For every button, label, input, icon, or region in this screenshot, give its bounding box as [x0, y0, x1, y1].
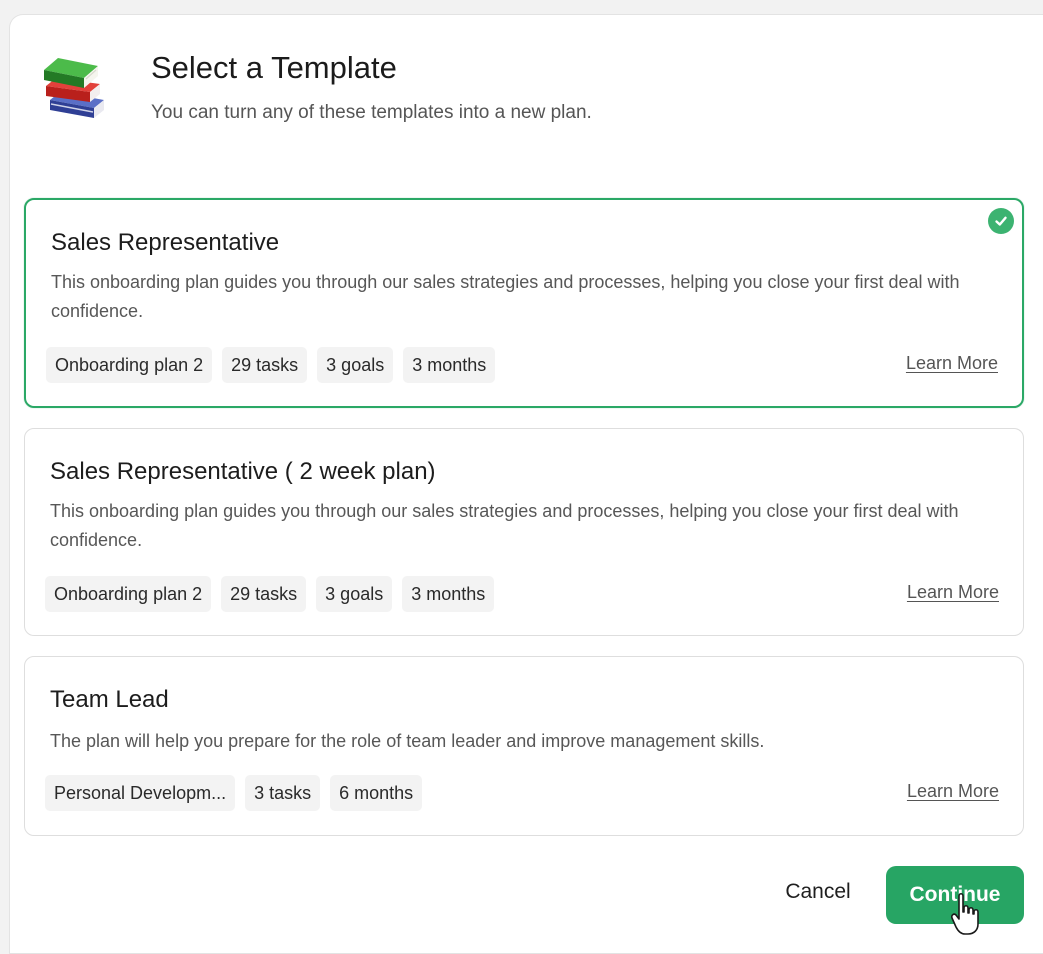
tag-tasks: 29 tasks — [221, 576, 307, 612]
template-title: Sales Representative — [51, 229, 280, 256]
template-card-sales-representative[interactable]: Sales Representative This onboarding pla… — [24, 198, 1024, 408]
tag-tasks: 3 tasks — [245, 775, 321, 811]
dialog-header: Select a Template You can turn any of th… — [38, 48, 998, 148]
learn-more-link[interactable]: Learn More — [907, 781, 999, 802]
tag-plan-type: Onboarding plan 2 — [45, 576, 212, 612]
learn-more-link[interactable]: Learn More — [907, 582, 999, 603]
tag-goals: 3 goals — [316, 576, 393, 612]
tag-duration: 6 months — [330, 775, 423, 811]
tag-duration: 3 months — [403, 347, 496, 383]
page-title: Select a Template — [151, 50, 397, 85]
cancel-button[interactable]: Cancel — [762, 864, 874, 920]
template-card-team-lead[interactable]: Team Lead The plan will help you prepare… — [24, 656, 1024, 836]
template-title: Sales Representative ( 2 week plan) — [50, 458, 436, 485]
books-icon — [44, 58, 104, 118]
tag-tasks: 29 tasks — [222, 347, 308, 383]
template-description: The plan will help you prepare for the r… — [50, 731, 765, 751]
tag-plan-type: Personal Developm... — [45, 775, 236, 811]
template-card-sales-representative-2-week[interactable]: Sales Representative ( 2 week plan) This… — [24, 428, 1024, 636]
learn-more-link[interactable]: Learn More — [906, 353, 998, 374]
tag-plan-type: Onboarding plan 2 — [46, 347, 213, 383]
template-tags: Personal Developm... 3 tasks 6 months — [45, 775, 423, 811]
template-title: Team Lead — [50, 686, 169, 713]
tag-goals: 3 goals — [317, 347, 394, 383]
selected-check-icon — [988, 208, 1014, 234]
hand-pointer-icon — [951, 892, 979, 935]
template-description: This onboarding plan guides you through … — [50, 501, 959, 550]
template-tags: Onboarding plan 2 29 tasks 3 goals 3 mon… — [46, 347, 496, 383]
template-description: This onboarding plan guides you through … — [51, 272, 960, 321]
template-tags: Onboarding plan 2 29 tasks 3 goals 3 mon… — [45, 576, 495, 612]
tag-duration: 3 months — [402, 576, 495, 612]
page-subtitle: You can turn any of these templates into… — [151, 102, 592, 123]
